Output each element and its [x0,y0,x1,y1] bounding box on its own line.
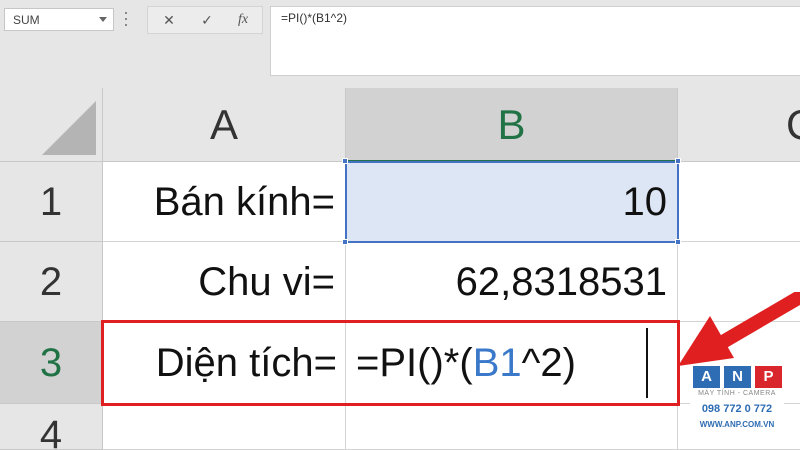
formula-input[interactable]: =PI()*(B1^2) [270,6,800,76]
cell-a4[interactable] [103,404,346,450]
row-header-2[interactable]: 2 [0,242,103,322]
column-header-c[interactable]: C [678,88,800,162]
cell-b3-editing[interactable]: =PI()*(B1^2) [346,322,678,404]
spreadsheet-grid: A B C 1 2 3 4 Bán kính= 10 Chu vi= 62,83… [0,88,800,450]
select-all-triangle-icon [42,101,96,155]
column-header-a[interactable]: A [103,88,346,162]
cell-b2[interactable]: 62,8318531 [346,242,678,322]
formula-reference-b1: B1 [472,341,522,385]
formula-buttons: ✕ ✓ fx [147,6,263,34]
cell-b4[interactable] [346,404,678,450]
insert-function-icon[interactable]: fx [232,10,254,30]
name-box[interactable]: SUM [4,8,114,31]
range-handle-top-left[interactable] [342,158,348,164]
logo-url: WWW.ANP.COM.VN [699,420,775,429]
enter-icon[interactable]: ✓ [196,10,218,30]
anp-logo: A N P MÁY TÍNH - CAMERA 098 772 0 772 WW… [690,366,790,438]
row-header-4[interactable]: 4 [0,404,103,450]
cell-b1[interactable]: 10 [346,162,678,242]
cell-a2[interactable]: Chu vi= [103,242,346,322]
name-box-value: SUM [13,13,40,27]
range-handle-top-right[interactable] [675,158,681,164]
formula-text: =PI()*(B1^2) [281,11,347,25]
row-header-1[interactable]: 1 [0,162,103,242]
formula-part-3: ^2) [521,341,576,385]
cell-a1[interactable]: Bán kính= [103,162,346,242]
row-header-3[interactable]: 3 [0,322,103,404]
text-cursor [646,328,648,398]
column-header-b[interactable]: B [346,88,678,162]
select-all-button[interactable] [0,88,103,162]
logo-letter-p: P [755,366,782,388]
logo-phone: 098 772 0 772 [690,402,784,417]
range-handle-bottom-left[interactable] [342,239,348,245]
red-arrow-icon [678,292,800,366]
cell-c1[interactable] [678,162,800,242]
formula-bar-area: SUM ✕ ✓ fx =PI()*(B1^2) [0,0,800,88]
chevron-down-icon[interactable] [99,17,107,22]
logo-letter-n: N [724,366,751,388]
cancel-icon[interactable]: ✕ [158,10,180,30]
range-handle-bottom-right[interactable] [675,239,681,245]
logo-tagline: MÁY TÍNH - CAMERA [698,390,776,397]
formula-part-1: =PI()*( [356,341,473,385]
drag-handle-icon[interactable] [124,10,128,30]
logo-letter-a: A [693,366,720,388]
cell-a3[interactable]: Diện tích= [103,322,346,404]
